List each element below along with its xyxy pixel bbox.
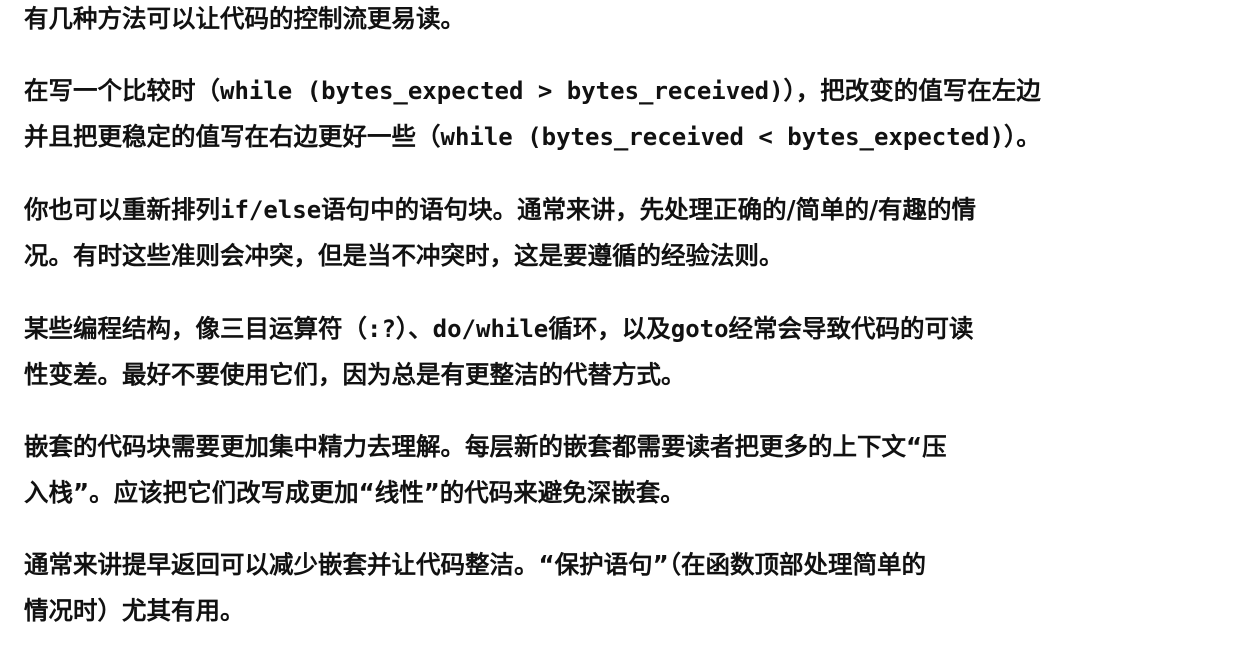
text-line: 入栈”。应该把它们改写成更加“线性”的代码来避免深嵌套。	[24, 470, 947, 516]
document-page: 有几种方法可以让代码的控制流更易读。 在写一个比较时（while (bytes_…	[0, 0, 1251, 652]
text-line: 性变差。最好不要使用它们，因为总是有更整洁的代替方式。	[24, 352, 974, 398]
paragraph-comparison-order: 在写一个比较时（while (bytes_expected > bytes_re…	[24, 68, 1041, 160]
text-line: 并且把更稳定的值写在右边更好一些（while (bytes_received <…	[24, 114, 1041, 160]
text-run: 并且把更稳定的值写在右边更好一些（	[24, 122, 441, 151]
text-run: 通常来讲提早返回可以减少嵌套并让代码整洁。“保护语句”（在函数顶部处理简单的	[24, 550, 926, 579]
text-run: 经常会导致代码的可读	[728, 314, 974, 343]
text-run: ），把改变的值写在左边	[783, 76, 1041, 105]
text-run: ）。	[1004, 122, 1041, 151]
text-run: 况。有时这些准则会冲突，但是当不冲突时，这是要遵循的经验法则。	[24, 241, 784, 270]
inline-code: :?	[367, 315, 396, 343]
paragraph-intro: 有几种方法可以让代码的控制流更易读。	[24, 0, 465, 42]
text-run: 性变差。最好不要使用它们，因为总是有更整洁的代替方式。	[24, 360, 686, 389]
inline-code: while (bytes_received < bytes_expected)	[440, 123, 1005, 151]
text-run: 语句中的语句块。通常来讲，先处理正确的/简单的/有趣的情	[321, 195, 977, 224]
paragraph-early-return: 通常来讲提早返回可以减少嵌套并让代码整洁。“保护语句”（在函数顶部处理简单的 情况…	[24, 542, 926, 634]
text-line: 通常来讲提早返回可以减少嵌套并让代码整洁。“保护语句”（在函数顶部处理简单的	[24, 542, 926, 588]
text-line: 你也可以重新排列if/else语句中的语句块。通常来讲，先处理正确的/简单的/有…	[24, 187, 976, 233]
inline-code: if/else	[220, 196, 322, 224]
text-line: 情况时）尤其有用。	[24, 588, 926, 634]
text-line: 在写一个比较时（while (bytes_expected > bytes_re…	[24, 68, 1041, 114]
inline-code: while (bytes_expected > bytes_received)	[220, 77, 784, 105]
text-run: 某些编程结构，像三目运算符（	[24, 314, 367, 343]
text-run: 情况时）尤其有用。	[24, 596, 245, 625]
paragraph-if-else-order: 你也可以重新排列if/else语句中的语句块。通常来讲，先处理正确的/简单的/有…	[24, 187, 976, 279]
text-line: 况。有时这些准则会冲突，但是当不冲突时，这是要遵循的经验法则。	[24, 233, 976, 279]
text-run: 在写一个比较时（	[24, 76, 220, 105]
text-line: 某些编程结构，像三目运算符（:?）、do/while循环，以及goto经常会导致…	[24, 306, 974, 352]
text-line: 嵌套的代码块需要更加集中精力去理解。每层新的嵌套都需要读者把更多的上下文“压	[24, 424, 947, 470]
paragraph-nesting: 嵌套的代码块需要更加集中精力去理解。每层新的嵌套都需要读者把更多的上下文“压 入栈…	[24, 424, 947, 516]
inline-code: goto	[670, 315, 729, 343]
inline-code: do/while	[432, 315, 549, 343]
text-run: 你也可以重新排列	[24, 195, 220, 224]
text-run: 入栈”。应该把它们改写成更加“线性”的代码来避免深嵌套。	[24, 478, 685, 507]
text-run: 嵌套的代码块需要更加集中精力去理解。每层新的嵌套都需要读者把更多的上下文“压	[24, 432, 947, 461]
text-run: ）、	[395, 314, 433, 343]
text-line: 有几种方法可以让代码的控制流更易读。	[24, 0, 465, 42]
text-run: 循环，以及	[548, 314, 671, 343]
text-run: 有几种方法可以让代码的控制流更易读。	[24, 4, 465, 33]
paragraph-avoid-constructs: 某些编程结构，像三目运算符（:?）、do/while循环，以及goto经常会导致…	[24, 306, 974, 398]
